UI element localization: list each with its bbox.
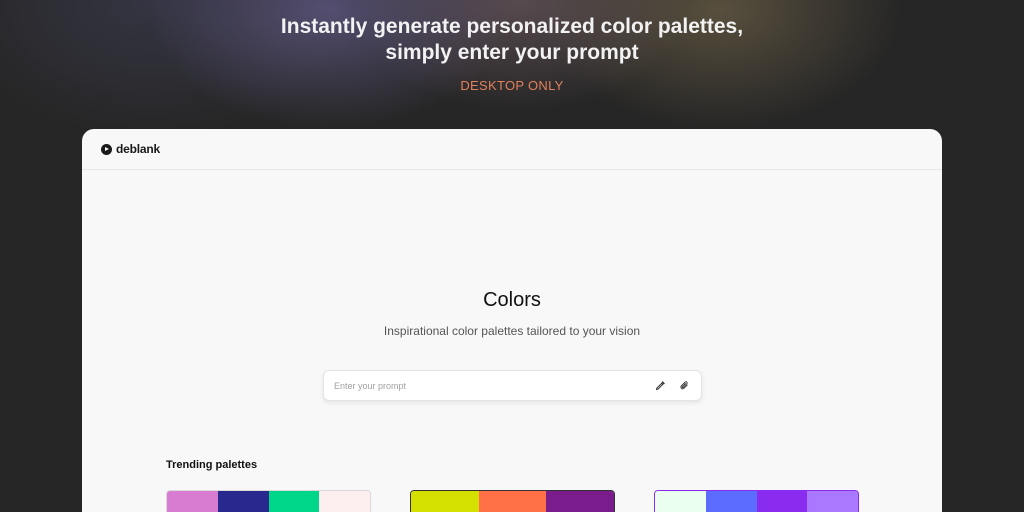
eyedropper-icon[interactable] (653, 379, 667, 393)
app-window: deblank Colors Inspirational color palet… (82, 129, 942, 512)
trending-palettes-heading: Trending palettes (166, 459, 258, 471)
palette-1-swatch-3[interactable] (268, 491, 320, 512)
palette-2-swatch-2[interactable] (478, 491, 547, 512)
hero-title: Instantly generate personalized color pa… (0, 14, 1024, 66)
palette-1-swatch-2[interactable] (217, 491, 269, 512)
prompt-box (323, 370, 702, 401)
palette-3-swatch-1[interactable] (655, 491, 706, 512)
palette-2-swatch-3[interactable] (546, 491, 614, 512)
logo-text: deblank (116, 142, 160, 156)
palette-2-swatch-1[interactable] (411, 491, 479, 512)
hero-title-line-1: Instantly generate personalized color pa… (280, 15, 744, 38)
page-title: Colors (483, 289, 541, 311)
app-top-bar: deblank (82, 129, 942, 170)
palette-1-swatch-4[interactable] (319, 491, 370, 512)
palette-3-swatch-3[interactable] (756, 491, 808, 512)
prompt-input[interactable] (334, 380, 643, 391)
palette-1-swatch-1[interactable] (167, 491, 218, 512)
desktop-only-label: DESKTOP ONLY (460, 78, 564, 93)
logo-mark-icon (101, 143, 112, 155)
paperclip-icon[interactable] (677, 379, 691, 393)
palette-card-2[interactable] (410, 490, 615, 512)
hero-title-line-2: simply enter your prompt (385, 41, 639, 64)
palette-3-swatch-4[interactable] (807, 491, 858, 512)
deblank-logo[interactable]: deblank (101, 142, 160, 156)
palette-card-1[interactable] (166, 490, 371, 512)
page-subtitle: Inspirational color palettes tailored to… (383, 324, 641, 338)
palette-3-swatch-2[interactable] (705, 491, 757, 512)
palette-card-3[interactable] (654, 490, 859, 512)
